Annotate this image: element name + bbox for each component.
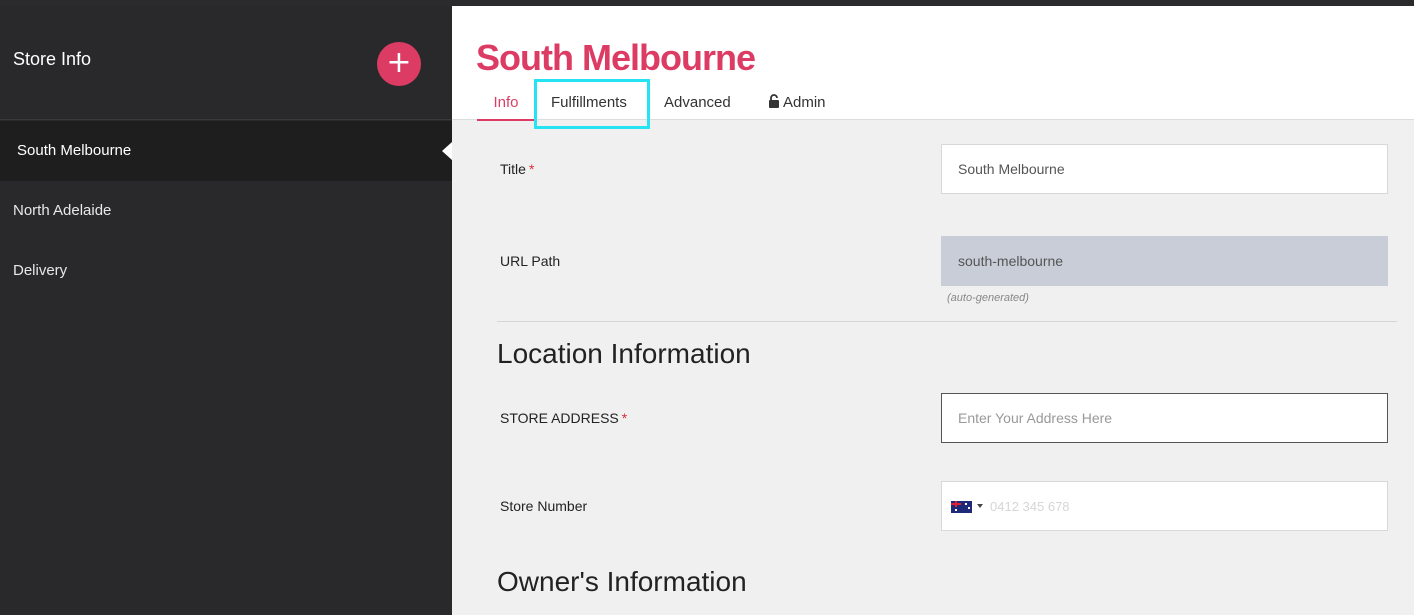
sidebar: Store Info + South Melbourne North Adela… bbox=[0, 6, 452, 615]
flag-cross-v bbox=[955, 501, 957, 507]
sidebar-item-delivery[interactable]: Delivery bbox=[0, 241, 452, 301]
flag-star bbox=[968, 507, 970, 509]
section-divider bbox=[497, 321, 1397, 322]
owner-heading: Owner's Information bbox=[497, 566, 747, 597]
required-marker: * bbox=[621, 410, 628, 426]
sidebar-item-north-adelaide[interactable]: North Adelaide bbox=[0, 181, 452, 241]
page-title: South Melbourne bbox=[476, 37, 756, 78]
page-header: South Melbourne Info Fulfillments Advanc… bbox=[452, 6, 1414, 129]
tab-admin-label: Admin bbox=[783, 94, 826, 111]
country-dropdown-icon[interactable] bbox=[977, 504, 983, 508]
url-path-hint: (auto-generated) bbox=[947, 292, 1029, 304]
plus-icon: + bbox=[386, 45, 412, 80]
store-address-input[interactable] bbox=[941, 393, 1388, 443]
store-number-input[interactable] bbox=[990, 482, 1380, 530]
url-path-label: URL Path bbox=[500, 253, 561, 269]
tab-fulfillments[interactable]: Fulfillments bbox=[551, 94, 627, 121]
australia-flag-icon[interactable] bbox=[951, 501, 972, 513]
sidebar-item-label: Delivery bbox=[13, 262, 68, 279]
unlock-icon bbox=[769, 94, 779, 108]
title-label-text: Title bbox=[500, 161, 526, 177]
sidebar-item-label: North Adelaide bbox=[13, 202, 112, 219]
sidebar-title: Store Info bbox=[13, 49, 92, 69]
sidebar-item-label: South Melbourne bbox=[17, 142, 132, 159]
tab-info[interactable]: Info bbox=[477, 94, 535, 121]
tab-advanced[interactable]: Advanced bbox=[664, 94, 731, 121]
store-number-label: Store Number bbox=[500, 498, 588, 514]
tab-admin[interactable]: Admin bbox=[768, 94, 826, 121]
sidebar-header: Store Info + bbox=[0, 6, 452, 120]
store-address-label: STORE ADDRESS * bbox=[500, 410, 627, 426]
title-input[interactable] bbox=[941, 144, 1388, 194]
title-label: Title * bbox=[500, 161, 534, 177]
flag-star bbox=[965, 503, 967, 505]
main-panel: South Melbourne Info Fulfillments Advanc… bbox=[452, 6, 1414, 615]
active-caret-icon bbox=[442, 142, 452, 160]
location-heading: Location Information bbox=[497, 338, 751, 369]
required-marker: * bbox=[528, 161, 535, 177]
store-address-label-text: STORE ADDRESS bbox=[500, 410, 619, 426]
flag-star bbox=[955, 509, 957, 511]
sidebar-item-south-melbourne[interactable]: South Melbourne bbox=[0, 121, 452, 181]
url-path-input bbox=[941, 236, 1388, 286]
store-number-field bbox=[941, 481, 1388, 531]
add-store-button[interactable]: + bbox=[377, 42, 421, 86]
